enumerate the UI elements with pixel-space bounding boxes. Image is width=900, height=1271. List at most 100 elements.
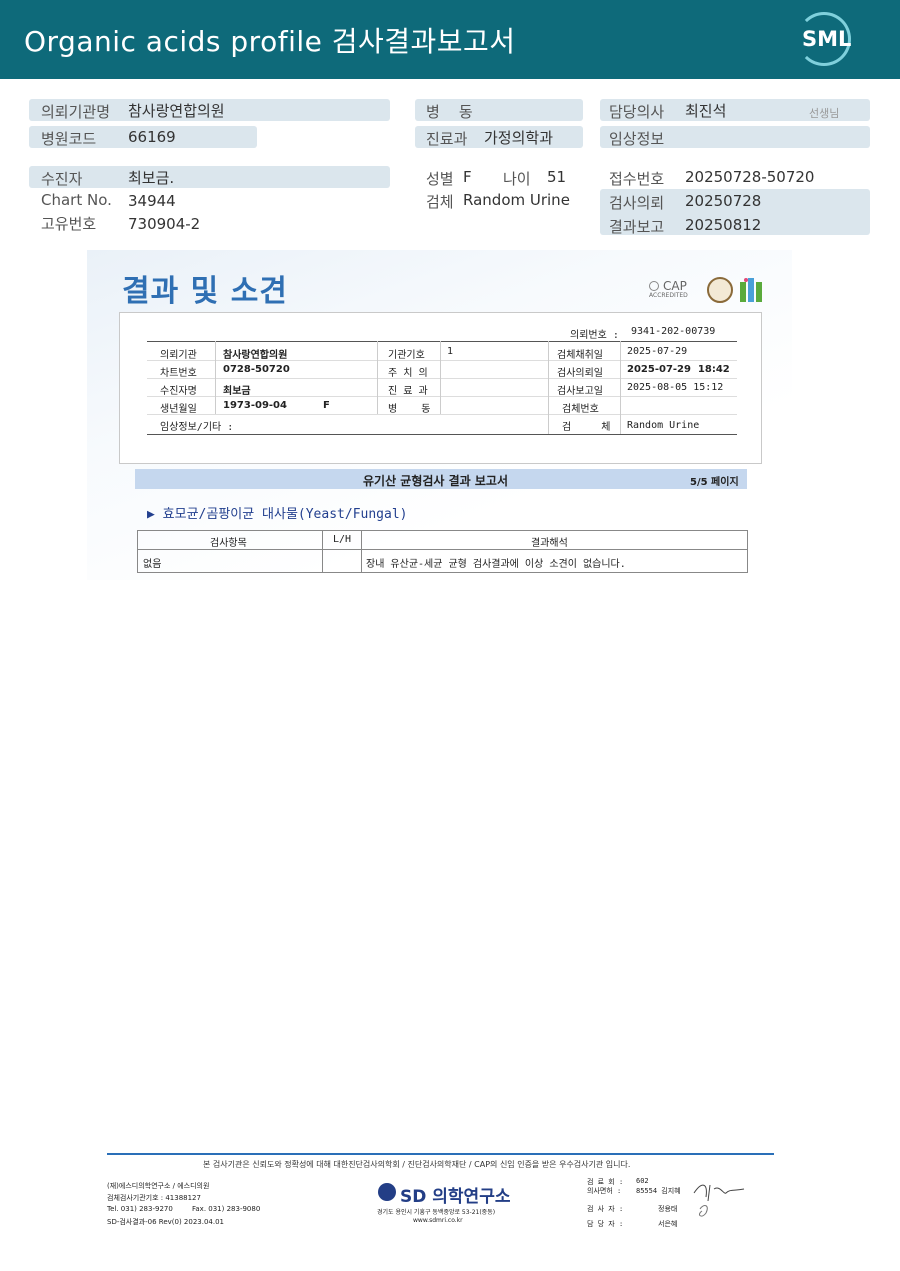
hospital-value: 참사랑연합의원 xyxy=(128,102,225,120)
row4-label2: 병 동 xyxy=(388,404,431,415)
clinical-other-label: 임상정보/기타 : xyxy=(160,422,234,433)
doctor-label: 담당의사 xyxy=(609,103,665,121)
footer-fax: Fax. 031) 283-9080 xyxy=(192,1205,261,1213)
hospital-code-value: 66169 xyxy=(128,128,176,146)
page-title: Organic acids profile 검사결과보고서 xyxy=(24,25,516,58)
specimen-box-value: Random Urine xyxy=(627,420,700,431)
sd-logo-icon xyxy=(378,1183,396,1201)
row3-value3: 2025-08-05 15:12 xyxy=(627,382,724,393)
reception-value: 20250728-50720 xyxy=(685,168,815,186)
request-no-label: 의뢰번호 : xyxy=(570,330,619,341)
specimen-value: Random Urine xyxy=(463,191,570,209)
reception-label: 접수번호 xyxy=(609,170,665,188)
row2-label1: 차트번호 xyxy=(160,368,197,379)
row3-label2: 진 료 과 xyxy=(388,386,428,397)
footer-form: SD-검사결과-06 Rev(0) 2023.04.01 xyxy=(107,1218,224,1226)
row2-value1: 0728-50720 xyxy=(223,364,290,375)
footer-doctor-label: 의사면허 : xyxy=(587,1187,622,1195)
cap-icon xyxy=(649,281,659,291)
info-bar xyxy=(29,166,390,188)
signature-icon xyxy=(693,1184,745,1217)
box-col-rule xyxy=(215,341,216,414)
age-label: 나이 xyxy=(503,170,531,188)
report-header: Organic acids profile 검사결과보고서 SML xyxy=(0,0,900,79)
footer-tel: Tel. 031) 283-9270 xyxy=(107,1205,173,1213)
footer-org2: 검체검사기관기호 : 41388127 xyxy=(107,1194,201,1202)
cap-badge: CAP ACCREDITED xyxy=(649,279,699,301)
footer-notice: 본 검사기관은 신뢰도와 정확성에 대해 대한진단검사의학회 / 진단검사의학재… xyxy=(203,1160,631,1169)
row4-value1b: F xyxy=(323,400,330,411)
row3-label3: 검사보고일 xyxy=(557,386,603,397)
request-label: 검사의뢰 xyxy=(609,194,665,212)
chart-value: 34944 xyxy=(128,192,176,210)
box-col-rule xyxy=(377,341,378,414)
report-title: 결과 및 소견 xyxy=(122,274,288,309)
result-table: 검사항목 L/H 결과해석 없음 장내 유산균-세균 균형 검사결과에 이상 소… xyxy=(137,530,748,573)
sex-label: 성별 xyxy=(426,170,454,188)
row2-value3: 2025-07-29 18:42 xyxy=(627,364,730,375)
logo-text: SML xyxy=(802,27,852,51)
row4-value1: 1973-09-04 xyxy=(223,400,287,411)
doctor-suffix: 선생님 xyxy=(809,107,840,120)
sml-logo: SML xyxy=(797,12,853,66)
row3-label1: 수진자명 xyxy=(160,386,197,397)
doctor-value: 최진석 xyxy=(685,102,727,120)
row1-label1: 의뢰기관 xyxy=(160,350,197,361)
box-top-rule xyxy=(147,341,737,342)
box-col-rule xyxy=(620,341,621,434)
footer-manager-label: 담 당 자 : xyxy=(587,1220,624,1228)
chart-label: Chart No. xyxy=(41,191,112,209)
box-col-rule xyxy=(440,341,441,414)
table-row-item: 없음 xyxy=(143,559,162,570)
report-subtitle: 유기산 균형검사 결과 보고서 xyxy=(363,474,509,488)
patient-value: 최보금. xyxy=(128,169,175,187)
table-header-lh: L/H xyxy=(333,534,352,545)
footer-doctor: 85554 김지혜 xyxy=(636,1187,681,1195)
seal-icon xyxy=(707,277,733,303)
footer-address: 경기도 용인시 기흥구 동백중앙로 53-21(중동) xyxy=(377,1209,496,1216)
row2-label2: 주 치 의 xyxy=(388,368,428,379)
hospital-label: 의뢰기관명 xyxy=(41,103,111,121)
specimen-box-label: 검 체 xyxy=(562,422,611,433)
box-row-rule xyxy=(147,378,737,379)
age-value: 51 xyxy=(547,168,567,186)
id-label: 고유번호 xyxy=(41,215,97,233)
footer-manager: 서은혜 xyxy=(658,1220,678,1228)
sex-value: F xyxy=(463,168,472,186)
row1-value1: 참사랑연합의원 xyxy=(223,350,288,361)
table-header-rule xyxy=(138,549,747,550)
row4-label3: 검체번호 xyxy=(562,404,599,415)
box-col-rule xyxy=(548,341,549,434)
footer-license: 602 xyxy=(636,1177,649,1185)
cap-text: CAP xyxy=(663,279,687,293)
table-header-item: 검사항목 xyxy=(210,538,247,549)
request-value: 20250728 xyxy=(685,192,762,210)
cap-sub-text: ACCREDITED xyxy=(649,292,688,299)
footer-tester-label: 검 사 자 : xyxy=(587,1205,624,1213)
dept-label: 진료과 xyxy=(426,130,468,148)
row1-label2: 기관기호 xyxy=(388,350,425,361)
ward-label: 병 동 xyxy=(426,103,473,121)
table-header-interpretation: 결과해석 xyxy=(531,538,568,549)
specimen-label: 검체 xyxy=(426,193,454,211)
report-date-label: 결과보고 xyxy=(609,218,665,236)
row2-label3: 검사의뢰일 xyxy=(557,368,603,379)
row1-value3: 2025-07-29 xyxy=(627,346,688,357)
patient-label: 수진자 xyxy=(41,170,83,188)
page-indicator: 5/5 페이지 xyxy=(690,477,739,488)
footer-web: www.sdmri.co.kr xyxy=(413,1217,463,1224)
footer-tester: 정용태 xyxy=(658,1205,678,1213)
footer-brand: SD 의학연구소 xyxy=(400,1187,511,1207)
row4-label1: 생년월일 xyxy=(160,404,197,415)
row1-value2: 1 xyxy=(447,346,454,357)
section-title: ▶ 효모균/곰팡이균 대사물(Yeast/Fungal) xyxy=(147,507,408,522)
row1-label3: 검체채취일 xyxy=(557,350,603,361)
dept-value: 가정의학과 xyxy=(484,129,554,147)
request-no-value: 9341-202-00739 xyxy=(631,326,716,337)
footer-org1: (재)에스디의학연구소 / 에스디의원 xyxy=(107,1182,210,1190)
table-row-interpretation: 장내 유산균-세균 균형 검사결과에 이상 소견이 없습니다. xyxy=(366,559,626,570)
box-bottom-rule xyxy=(147,434,737,435)
box-row-rule xyxy=(147,414,737,415)
table-col-rule xyxy=(322,531,323,572)
row3-value1: 최보금 xyxy=(223,386,251,397)
